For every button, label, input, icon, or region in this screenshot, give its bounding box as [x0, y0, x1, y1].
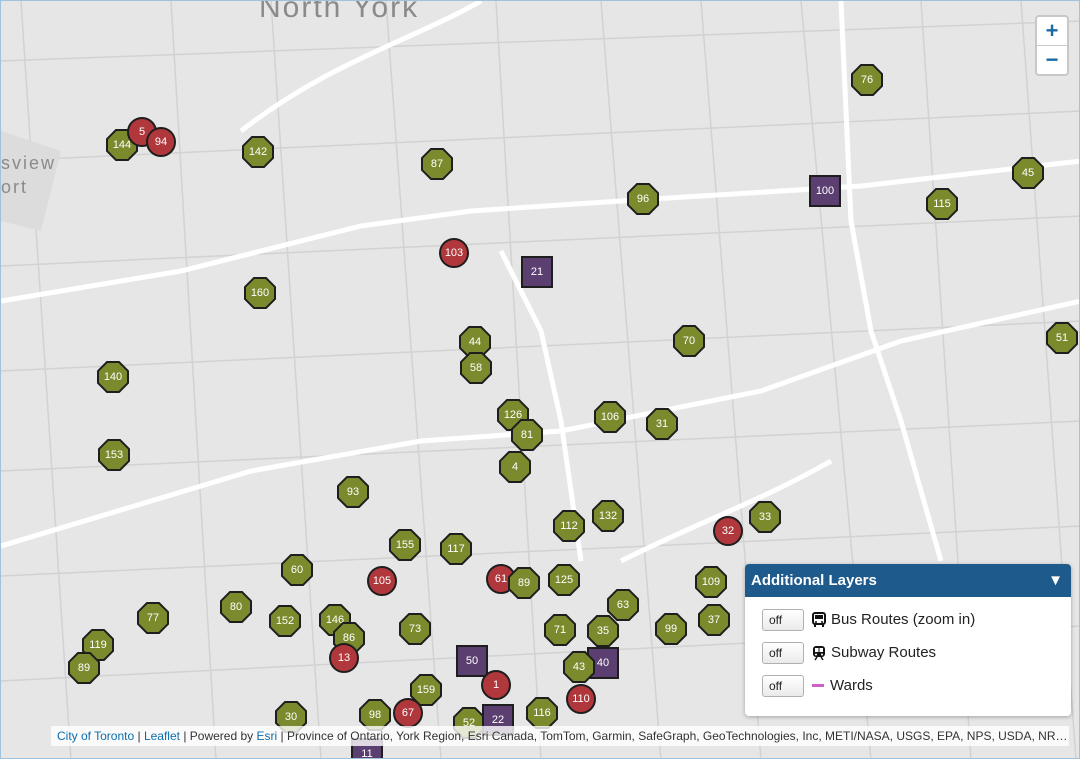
additional-layers-panel: Additional Layers ▼ off Bus Routes (zoom… [745, 564, 1071, 716]
city-of-toronto-link[interactable]: City of Toronto [57, 729, 134, 743]
map-attribution: City of Toronto | Leaflet | Powered by E… [51, 726, 1069, 746]
map-marker[interactable]: 105 [367, 566, 397, 596]
subway-routes-label: Subway Routes [831, 644, 937, 661]
map-marker[interactable]: 67 [393, 698, 423, 728]
wards-label: Wards [830, 677, 873, 694]
esri-link[interactable]: Esri [256, 729, 277, 743]
wards-toggle[interactable]: off [762, 674, 804, 697]
place-label-sview: sview [1, 153, 57, 173]
subway-icon [813, 645, 825, 660]
layer-row-bus-routes: off Bus Routes (zoom in) [745, 603, 1071, 636]
map-marker[interactable]: 32 [713, 516, 743, 546]
subway-routes-toggle[interactable]: off [762, 641, 804, 664]
collapse-icon[interactable]: ▼ [1048, 572, 1063, 589]
place-label-ort: ort [1, 177, 29, 197]
layer-row-subway-routes: off Subway Routes [745, 636, 1071, 669]
additional-layers-title: Additional Layers [751, 572, 877, 589]
attribution-separator: | [134, 729, 144, 743]
map-marker[interactable]: 13 [329, 643, 359, 673]
map-marker[interactable]: 100 [809, 175, 841, 207]
map-marker[interactable]: 103 [439, 238, 469, 268]
line-swatch-icon [812, 684, 824, 687]
map-marker[interactable]: 110 [566, 684, 596, 714]
map-marker[interactable]: 21 [521, 256, 553, 288]
attribution-powered-by: | Powered by [179, 729, 257, 743]
bus-icon [812, 611, 826, 627]
layer-row-wards: off Wards [745, 669, 1071, 702]
bus-routes-toggle[interactable]: off [762, 608, 804, 631]
leaflet-link[interactable]: Leaflet [144, 729, 180, 743]
map-marker[interactable]: 94 [146, 127, 176, 157]
map-marker[interactable]: 50 [456, 645, 488, 677]
zoom-in-button[interactable]: + [1037, 17, 1067, 45]
attribution-sources: | Province of Ontario, York Region, Esri… [277, 729, 1068, 743]
place-label-north-york: North York [259, 0, 420, 24]
zoom-control: + − [1035, 15, 1069, 76]
bus-routes-label: Bus Routes (zoom in) [831, 611, 976, 628]
map-canvas[interactable]: North York sview ort 76 45 115 100 96 14… [0, 0, 1080, 759]
zoom-out-button[interactable]: − [1037, 45, 1067, 74]
map-marker[interactable]: 51 [1046, 322, 1078, 354]
additional-layers-header[interactable]: Additional Layers ▼ [745, 564, 1071, 597]
map-marker[interactable]: 1 [481, 670, 511, 700]
